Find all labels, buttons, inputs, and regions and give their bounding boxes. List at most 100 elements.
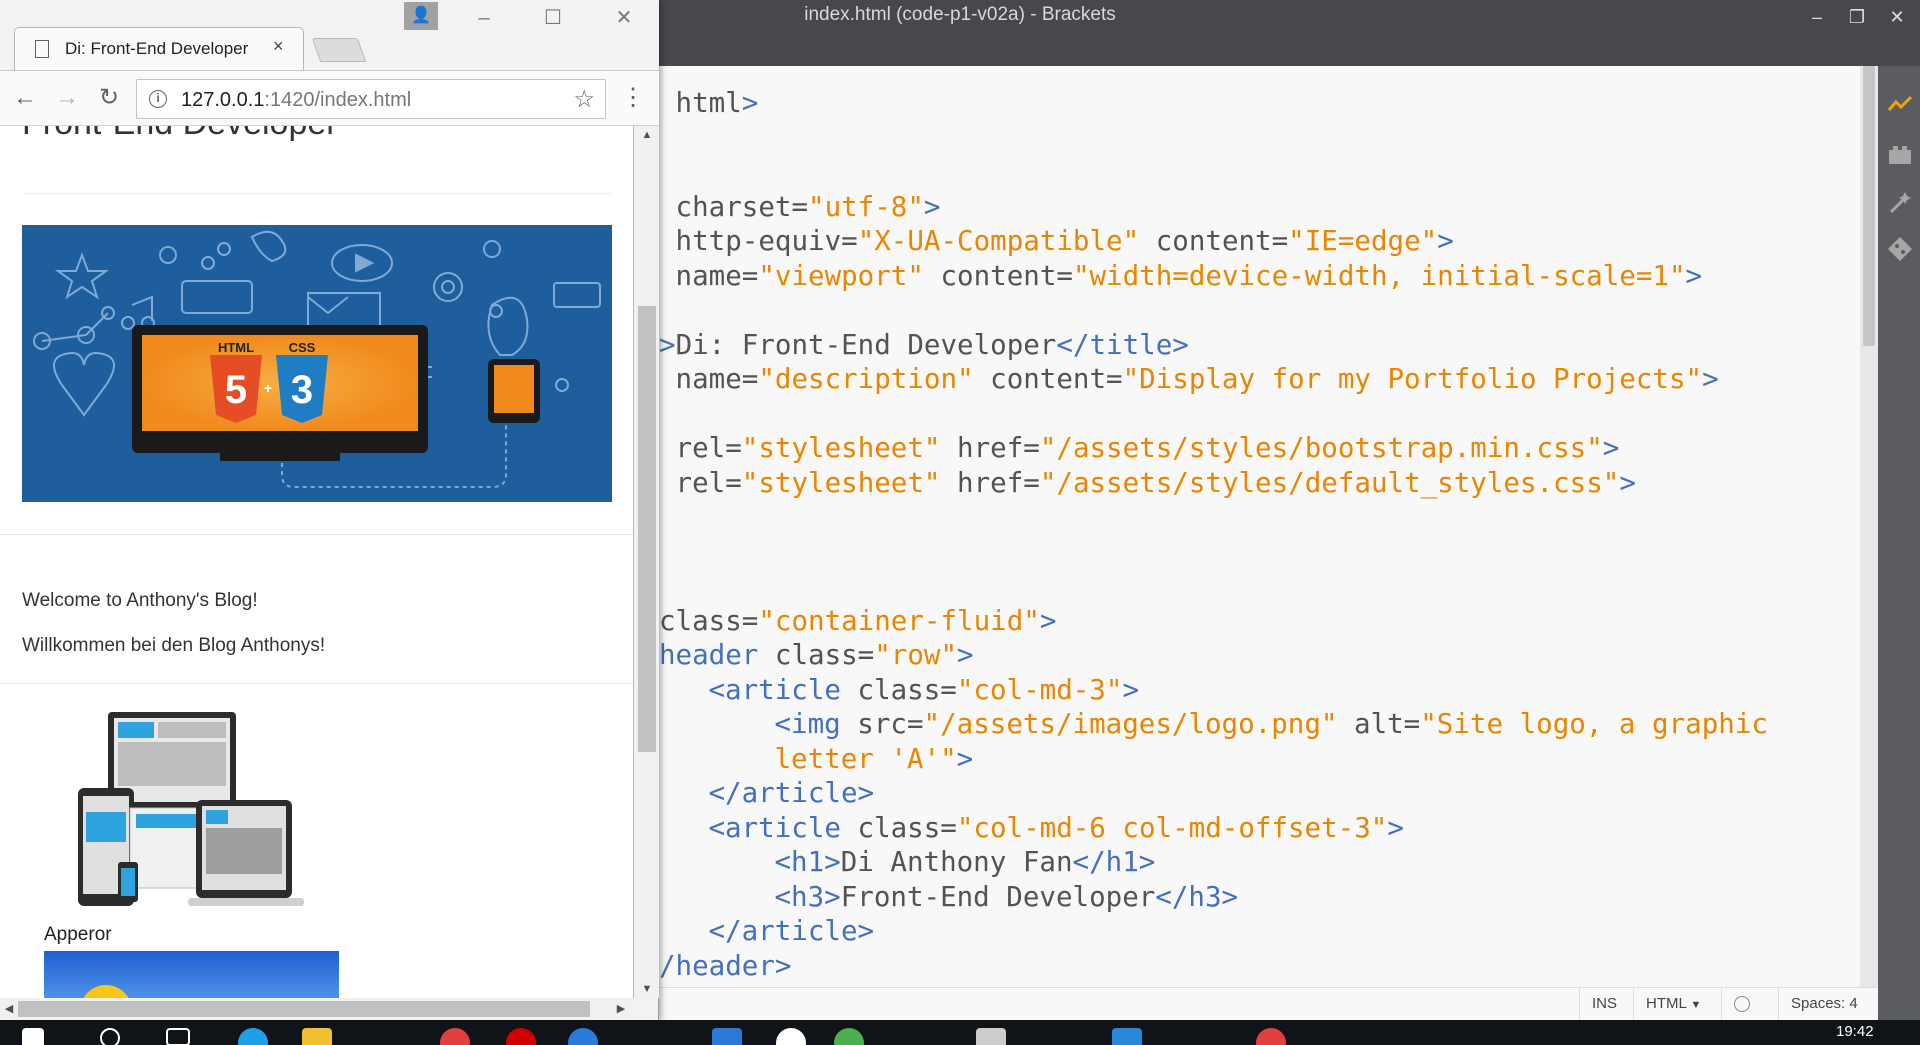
code-token: rel= [659,466,742,499]
browser-tab-strip: Di: Front-End Developer × 👤 – ☐ ✕ [0,0,659,70]
code-line[interactable]: http-equiv="X-UA-Compatible" content="IE… [659,224,1860,259]
menu-dots-icon[interactable]: ⋮ [618,83,648,113]
editor-scrollbar-thumb[interactable] [1863,66,1875,346]
browser-minimize-button[interactable]: – [464,6,504,30]
code-line[interactable] [659,155,1860,190]
horizontal-scrollbar-thumb[interactable] [18,1001,590,1017]
app-icon[interactable] [976,1028,1006,1045]
code-token: > [1685,259,1703,292]
scroll-down-arrow-icon[interactable]: ▼ [634,980,660,998]
code-line[interactable]: /header> [659,949,1860,984]
app-icon[interactable] [1256,1028,1286,1045]
code-line[interactable]: html> [659,86,1860,121]
code-line[interactable]: </article> [659,776,1860,811]
code-line[interactable]: rel="stylesheet" href="/assets/styles/bo… [659,431,1860,466]
new-tab-button[interactable] [311,38,367,62]
code-token: "row" [874,639,958,671]
code-token: Front-End Developer [840,880,1156,913]
editor-scrollbar[interactable] [1860,66,1878,987]
scroll-up-arrow-icon[interactable]: ▲ [634,126,660,144]
web-page-viewport[interactable]: Front-End Developer [0,126,633,998]
code-token: <article [708,811,841,844]
code-token: href= [940,432,1040,464]
insert-mode-indicator[interactable]: INS [1579,988,1629,1020]
code-line[interactable]: letter 'A'"> [659,742,1860,777]
code-line[interactable]: <article class="col-md-6 col-md-offset-3… [659,811,1860,846]
code-token: "utf-8" [808,190,924,223]
scroll-left-arrow-icon[interactable]: ◀ [0,1000,18,1018]
code-editor[interactable]: html> charset="utf-8"> http-equiv="X-UA-… [659,66,1860,987]
code-line[interactable] [659,397,1860,432]
restore-button[interactable]: ❐ [1840,4,1874,30]
code-token: content= [1139,225,1289,257]
browser-close-button[interactable]: ✕ [604,6,644,30]
code-token: <img [774,708,841,740]
code-line[interactable] [659,500,1860,535]
wand-icon[interactable] [1887,190,1913,216]
page-horizontal-scrollbar[interactable]: ◀ ▶ [0,998,633,1020]
file-explorer-icon[interactable] [302,1028,332,1045]
extension-manager-icon[interactable] [1887,142,1913,168]
start-icon[interactable] [22,1028,44,1045]
firefox-icon[interactable] [568,1028,598,1045]
hero-image: 5 3 + HTML CSS [22,225,612,502]
user-icon[interactable]: 👤 [404,2,438,30]
git-icon[interactable] [1887,236,1913,262]
app-icon[interactable] [776,1028,806,1045]
info-icon[interactable]: i [149,90,167,108]
code-line[interactable] [659,569,1860,604]
code-line[interactable] [659,293,1860,328]
minimize-button[interactable]: – [1800,4,1834,30]
project-thumbnail[interactable] [44,951,339,998]
language-selector[interactable]: HTML ▼ [1633,988,1713,1020]
code-line[interactable]: <img src="/assets/images/logo.png" alt="… [659,707,1860,742]
browser-maximize-button[interactable]: ☐ [533,6,573,30]
code-line[interactable] [659,535,1860,570]
back-arrow-icon[interactable]: ← [10,83,40,113]
code-line[interactable]: charset="utf-8"> [659,190,1860,225]
taskbar-clock[interactable]: 19:42 [1836,1023,1874,1040]
page-scrollbar-thumb[interactable] [638,306,656,752]
app-icon[interactable] [440,1028,470,1045]
wechat-icon[interactable] [834,1028,864,1045]
code-line[interactable]: name="description" content="Display for … [659,362,1860,397]
app-icon[interactable] [712,1028,742,1045]
code-token: > [659,328,676,361]
chevron-down-icon: ▼ [1690,999,1702,1011]
url-text[interactable]: 127.0.0.1:1420/index.html [181,89,411,112]
code-line[interactable]: class="container-fluid"> [659,604,1860,639]
forward-arrow-icon[interactable]: → [52,83,82,113]
code-token: Di Anthony Fan [840,846,1073,878]
live-preview-icon[interactable] [1887,92,1913,118]
code-line[interactable] [659,121,1860,156]
responsive-devices-image[interactable] [78,712,306,927]
code-line[interactable]: header class="row"> [659,638,1860,673]
code-lines: html> charset="utf-8"> http-equiv="X-UA-… [659,86,1860,983]
indent-setting[interactable]: Spaces: 4 [1778,988,1870,1020]
code-token: alt= [1337,708,1421,740]
linter-status-icon[interactable] [1721,988,1762,1020]
code-token: "/assets/styles/bootstrap.min.css" [1039,432,1603,464]
code-line[interactable]: name="viewport" content="width=device-wi… [659,259,1860,294]
code-line[interactable]: <article class="col-md-3"> [659,673,1860,708]
tab-close-icon[interactable]: × [273,36,284,57]
code-token: > [1437,225,1454,257]
address-bar[interactable]: i 127.0.0.1:1420/index.html ☆ [136,79,606,119]
code-line[interactable]: <h1>Di Anthony Fan</h1> [659,845,1860,880]
search-icon[interactable] [100,1028,120,1045]
code-line[interactable]: rel="stylesheet" href="/assets/styles/de… [659,466,1860,501]
app-icon[interactable] [1112,1028,1142,1045]
code-token: > [1122,673,1139,706]
code-line[interactable]: <h3>Front-End Developer</h3> [659,880,1860,915]
page-vertical-scrollbar[interactable]: ▲ ▼ [633,126,659,998]
opera-icon[interactable] [506,1028,536,1045]
star-icon[interactable]: ☆ [573,85,595,114]
scroll-right-arrow-icon[interactable]: ▶ [612,1000,630,1018]
browser-tab[interactable]: Di: Front-End Developer × [14,27,304,70]
reload-icon[interactable]: ↻ [94,83,124,113]
code-line[interactable]: >Di: Front-End Developer</title> [659,328,1860,363]
close-button[interactable]: ✕ [1880,4,1914,30]
task-view-icon[interactable] [166,1028,190,1045]
code-line[interactable]: </article> [659,914,1860,949]
browser-taskbar-icon[interactable] [238,1028,268,1045]
